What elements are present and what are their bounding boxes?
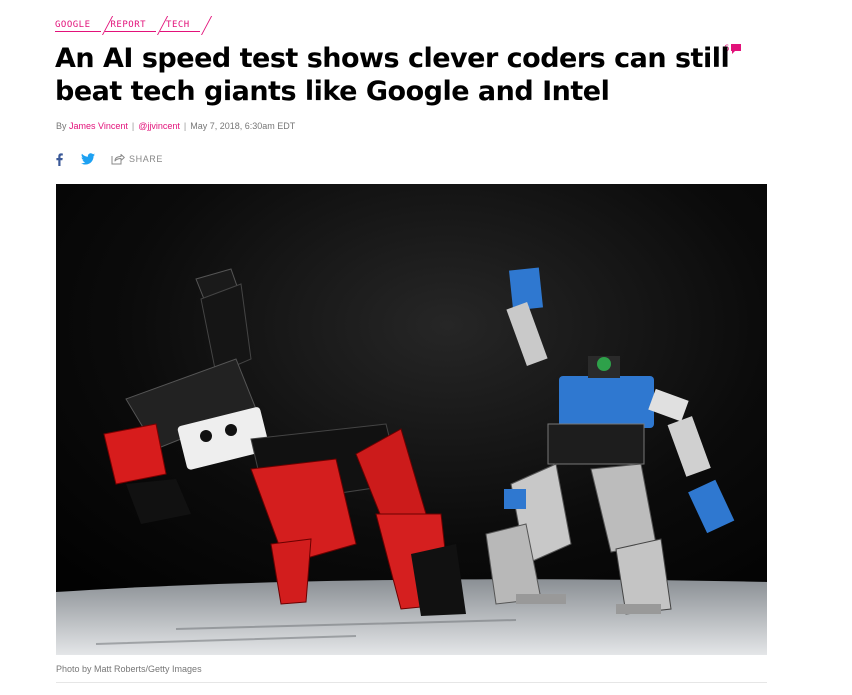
byline-separator: | (183, 121, 187, 131)
tag-tech[interactable]: Tech (160, 16, 200, 32)
facebook-share-button[interactable] (56, 152, 63, 166)
divider (56, 682, 767, 683)
share-label: SHARE (129, 154, 164, 164)
tag-google[interactable]: Google (55, 16, 101, 32)
hero-image (56, 184, 767, 655)
article-headline: An AI speed test shows clever coders can… (55, 43, 730, 107)
photo-credit: Photo by Matt Roberts/Getty Images (56, 664, 202, 674)
facebook-icon (56, 152, 63, 166)
byline-prefix: By (56, 121, 70, 131)
share-icon (111, 154, 125, 165)
byline-separator: | (131, 121, 135, 131)
tag-list: Google Report Tech (55, 16, 204, 36)
author-link[interactable]: James Vincent (69, 121, 128, 131)
tag-report[interactable]: Report (104, 16, 157, 32)
share-bar: SHARE (56, 151, 163, 167)
share-button[interactable]: SHARE (111, 153, 163, 165)
publish-date: May 7, 2018, 6:30am EDT (190, 121, 296, 131)
twitter-icon (81, 153, 95, 165)
robot-photo (56, 184, 767, 655)
author-twitter-link[interactable]: @jjvincent (138, 121, 180, 131)
twitter-share-button[interactable] (81, 153, 95, 165)
byline: By James Vincent | @jjvincent | May 7, 2018,… (56, 121, 295, 131)
